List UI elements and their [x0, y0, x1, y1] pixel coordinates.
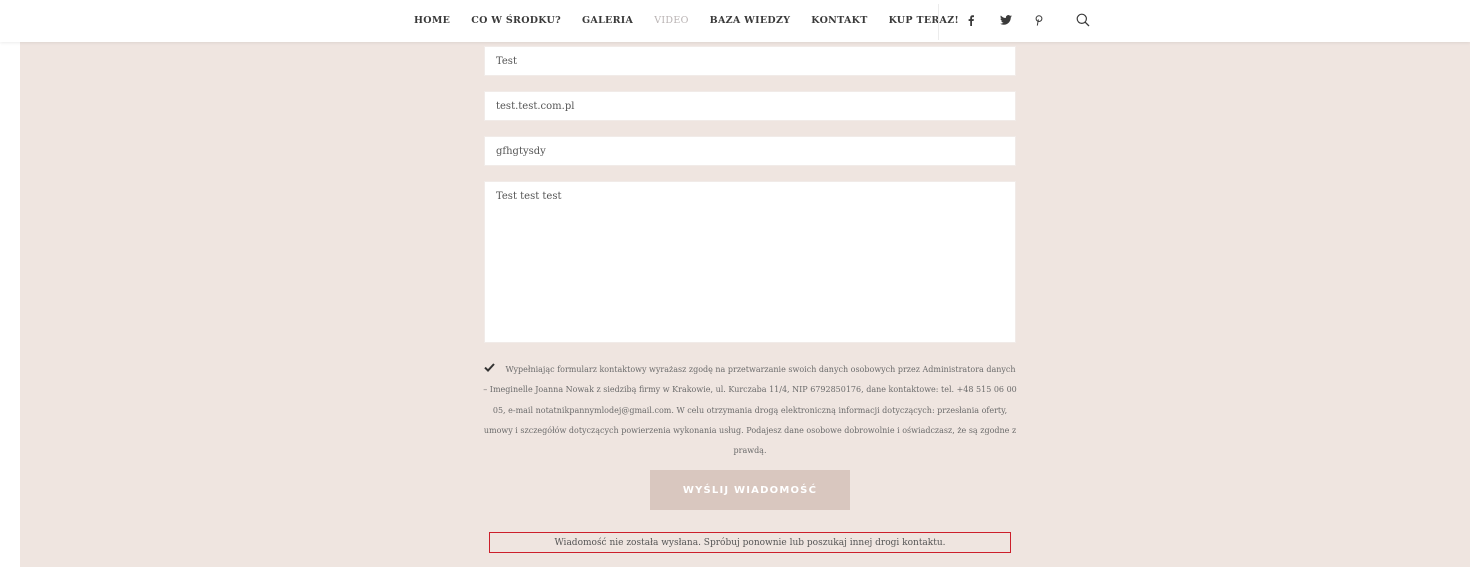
consent-text: Wypełniając formularz kontaktowy wyrażas…	[483, 365, 1017, 456]
nav-item-kontakt[interactable]: KONTAKT	[811, 15, 867, 26]
main-menu: HOME CO W ŚRODKU? GALERIA VIDEO BAZA WIE…	[414, 15, 980, 26]
error-message: Wiadomość nie została wysłana. Spróbuj p…	[489, 532, 1011, 553]
name-field[interactable]: Test	[484, 46, 1016, 76]
nav-item-kup-teraz[interactable]: KUP TERAZ!	[889, 15, 959, 26]
twitter-icon[interactable]	[999, 12, 1013, 28]
nav-divider	[938, 4, 939, 40]
nav-item-baza-wiedzy[interactable]: BAZA WIEDZY	[710, 15, 791, 26]
top-navigation-bar: HOME CO W ŚRODKU? GALERIA VIDEO BAZA WIE…	[0, 0, 1470, 42]
message-textarea[interactable]: Test test test	[484, 181, 1016, 343]
nav-item-video[interactable]: VIDEO	[654, 15, 688, 26]
consent-block: Wypełniając formularz kontaktowy wyrażas…	[482, 360, 1018, 461]
search-icon[interactable]	[1075, 12, 1091, 28]
subject-field[interactable]: gfhgtysdy	[484, 136, 1016, 166]
contact-form-section: Test test.test.com.pl gfhgtysdy Test tes…	[20, 42, 1470, 567]
pinterest-icon[interactable]	[1034, 12, 1044, 28]
nav-item-home[interactable]: HOME	[414, 15, 450, 26]
send-message-button[interactable]: WYŚLIJ WIADOMOŚĆ	[650, 470, 850, 510]
consent-checkbox[interactable]	[484, 361, 496, 373]
email-field[interactable]: test.test.com.pl	[484, 91, 1016, 121]
checkmark-icon	[484, 363, 496, 373]
nav-item-co-w-srodku[interactable]: CO W ŚRODKU?	[471, 15, 561, 26]
facebook-icon[interactable]	[966, 12, 976, 28]
nav-item-galeria[interactable]: GALERIA	[582, 15, 633, 26]
